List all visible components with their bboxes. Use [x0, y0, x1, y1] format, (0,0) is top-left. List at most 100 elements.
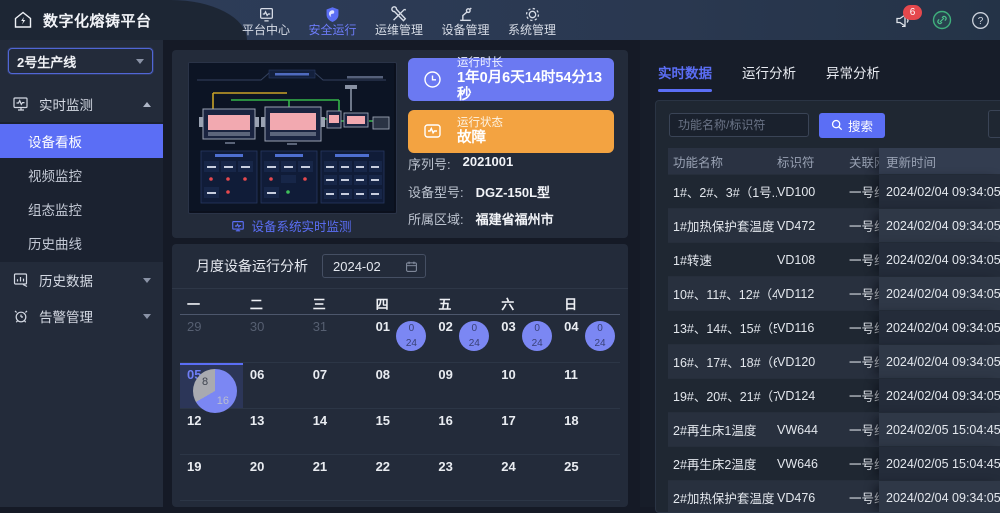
calendar-day-cell[interactable]: 25 — [557, 455, 620, 500]
calendar-day-cell[interactable]: 07 — [306, 363, 369, 408]
calendar-day-cell[interactable]: 31 — [306, 315, 369, 362]
calendar-day-cell[interactable]: 12 — [180, 409, 243, 454]
calendar-day-cell[interactable]: 06 — [243, 363, 306, 408]
tab-运行分析[interactable]: 运行分析 — [742, 62, 796, 92]
sidebar-group-alarm-management[interactable]: 告警管理 — [0, 298, 163, 334]
calendar-day-cell[interactable]: 27 — [243, 501, 306, 507]
calendar-day-number: 09 — [438, 367, 452, 382]
nav-item-label: 平台中心 — [242, 24, 290, 37]
notification-speaker-icon[interactable]: 6 — [894, 11, 913, 30]
column-header-标识符: 标识符 — [777, 152, 849, 171]
calendar-day-cell[interactable]: 29 — [369, 501, 432, 507]
calendar-day-cell[interactable]: 17 — [494, 409, 557, 454]
calendar-day-cell[interactable]: 15 — [369, 409, 432, 454]
table-row[interactable]: 1#加热保护套温度VD472一号线2024/02/04 09:34:05 — [668, 208, 1000, 242]
daily-runtime-pie-chart: 024 — [396, 321, 426, 351]
connection-link-icon[interactable] — [932, 10, 952, 30]
daily-runtime-pie-chart: 024 — [522, 321, 552, 351]
calendar-day-number: 06 — [250, 367, 264, 382]
calendar-day-number: 31 — [313, 319, 327, 334]
calendar-day-cell[interactable]: 08 — [369, 363, 432, 408]
runtime-label: 运行时长 — [457, 56, 614, 70]
sidebar-group-realtime-monitor[interactable]: 实时监测 — [0, 86, 163, 122]
cell-update-time: 2024/02/04 09:34:05 — [879, 311, 1000, 344]
calendar-day-cell[interactable]: 05816 — [180, 363, 243, 408]
table-row[interactable]: 13#、14#、15#（5...VD116一号线2024/02/04 09:34… — [668, 310, 1000, 344]
calendar-day-cell[interactable]: 04024 — [557, 315, 620, 362]
realtime-data-table: 功能名称标识符关联网更新时间1#、2#、3#（1号...VD100一号线2024… — [668, 148, 1000, 512]
cell-identifier: VD476 — [777, 491, 849, 505]
table-row[interactable]: 2#再生床2温度VW646一号线2024/02/05 15:04:45 — [668, 446, 1000, 480]
tab-异常分析[interactable]: 异常分析 — [826, 62, 880, 92]
monthly-analysis-header: 月度设备运行分析 2024-02 — [172, 244, 628, 289]
nav-item-system-management[interactable]: 系统管理 — [504, 4, 560, 37]
cell-identifier: VD124 — [777, 389, 849, 403]
calendar-day-cell[interactable]: 03 — [557, 501, 620, 507]
cell-function-name: 1#、2#、3#（1号... — [673, 182, 777, 201]
device-system-realtime-link[interactable]: 设备系统实时监测 — [188, 216, 395, 235]
table-row[interactable]: 2#加热保护套温度VD476一号线2024/02/04 09:34:05 — [668, 480, 1000, 512]
calendar-day-cell[interactable]: 24 — [494, 455, 557, 500]
sidebar-item-设备看板[interactable]: 设备看板 — [0, 124, 163, 158]
cell-function-name: 2#加热保护套温度 — [673, 488, 777, 507]
calendar-day-cell[interactable]: 29 — [180, 315, 243, 362]
table-row[interactable]: 10#、11#、12#（4...VD112一号线2024/02/04 09:34… — [668, 276, 1000, 310]
table-row[interactable]: 1#、2#、3#（1号...VD100一号线2024/02/04 09:34:0… — [668, 174, 1000, 208]
device-info-value: DGZ-150L型 — [476, 182, 550, 201]
calendar-day-cell[interactable]: 20 — [243, 455, 306, 500]
sidebar-item-组态监控[interactable]: 组态监控 — [0, 192, 163, 226]
nav-item-ops-management[interactable]: 运维管理 — [371, 4, 427, 37]
runtime-value: 1年0月6天14时54分13秒 — [457, 70, 614, 104]
calendar-day-cell[interactable]: 26 — [180, 501, 243, 507]
calendar-day-number: 22 — [376, 459, 390, 474]
data-panel-tabs: 实时数据运行分析异常分析 — [658, 62, 880, 92]
table-row[interactable]: 16#、17#、18#（6...VD120一号线2024/02/04 09:34… — [668, 344, 1000, 378]
calendar-day-cell[interactable]: 13 — [243, 409, 306, 454]
calendar-day-cell[interactable]: 02024 — [431, 315, 494, 362]
clipped-edge-input[interactable] — [988, 110, 1000, 138]
calendar-day-cell[interactable]: 23 — [431, 455, 494, 500]
calendar-day-cell[interactable]: 01 — [431, 501, 494, 507]
calendar-weekday: 六 — [494, 294, 557, 314]
runtime-card: 运行时长 1年0月6天14时54分13秒 — [408, 58, 614, 101]
device-info-label: 设备型号: — [408, 182, 464, 201]
calendar-week-row: 192021 22 232425 — [180, 454, 620, 500]
monthly-analysis-card: 月度设备运行分析 2024-02 一二三四五六日 293031010240202… — [172, 244, 628, 507]
production-line-select[interactable]: 2号生产线 — [8, 48, 153, 74]
cell-identifier: VD108 — [777, 253, 849, 267]
calendar-day-cell[interactable]: 11 — [557, 363, 620, 408]
sidebar-group-history-data[interactable]: 历史数据 — [0, 262, 163, 298]
calendar-weekday: 四 — [369, 294, 432, 314]
ops-management-icon — [391, 6, 408, 23]
table-row[interactable]: 1#转速VD108一号线2024/02/04 09:34:05 — [668, 242, 1000, 276]
calendar-day-cell[interactable]: 14 — [306, 409, 369, 454]
nav-item-safe-operation[interactable]: 安全运行 — [305, 4, 361, 37]
calendar-day-cell[interactable]: 22 — [369, 455, 432, 500]
calendar-day-cell[interactable]: 10 — [494, 363, 557, 408]
calendar-day-cell[interactable]: 18 — [557, 409, 620, 454]
calendar-day-cell[interactable]: 28 — [306, 501, 369, 507]
search-button[interactable]: 搜索 — [819, 113, 885, 138]
calendar-day-cell[interactable]: 01 024 — [369, 315, 432, 362]
sidebar-item-历史曲线[interactable]: 历史曲线 — [0, 226, 163, 260]
sidebar-item-视频监控[interactable]: 视频监控 — [0, 158, 163, 192]
calendar-day-cell[interactable]: 19 — [180, 455, 243, 500]
calendar-day-cell[interactable]: 02 — [494, 501, 557, 507]
calendar-day-cell[interactable]: 03024 — [494, 315, 557, 362]
nav-item-device-management[interactable]: 设备管理 — [438, 4, 494, 37]
search-input[interactable] — [669, 113, 809, 137]
month-picker-input[interactable]: 2024-02 — [322, 254, 426, 278]
calendar-day-cell[interactable]: 09 — [431, 363, 494, 408]
tab-实时数据[interactable]: 实时数据 — [658, 62, 712, 92]
calendar-day-cell[interactable]: 16 — [431, 409, 494, 454]
calendar-day-cell[interactable]: 21 — [306, 455, 369, 500]
help-icon[interactable]: ? — [971, 11, 990, 30]
device-info-value: 2021001 — [463, 154, 514, 173]
cell-function-name: 13#、14#、15#（5... — [673, 318, 777, 337]
nav-item-platform-center[interactable]: 平台中心 — [238, 4, 294, 37]
calendar-day-cell[interactable]: 30 — [243, 315, 306, 362]
calendar-day-number: 01 — [376, 319, 390, 334]
table-row[interactable]: 19#、20#、21#（7...VD124一号线2024/02/04 09:34… — [668, 378, 1000, 412]
cell-identifier: VD120 — [777, 355, 849, 369]
table-row[interactable]: 2#再生床1温度VW644一号线2024/02/05 15:04:45 — [668, 412, 1000, 446]
